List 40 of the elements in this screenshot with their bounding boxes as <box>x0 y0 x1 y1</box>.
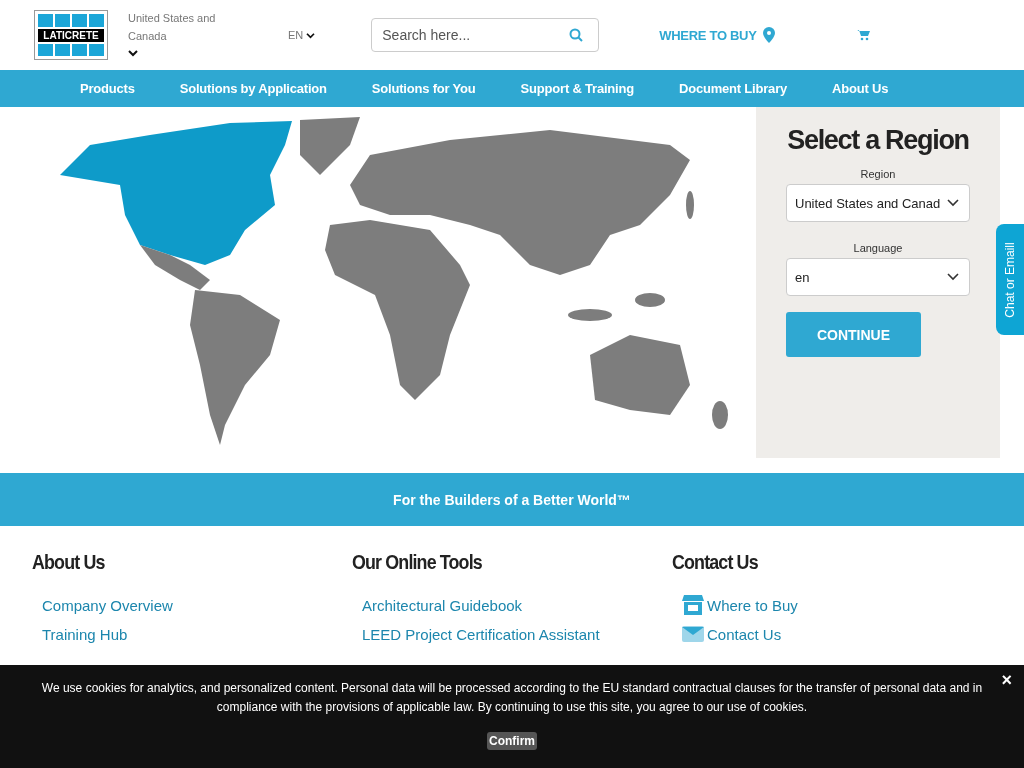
mail-icon <box>682 626 704 642</box>
region-dropdown[interactable]: United States and Canad <box>786 184 970 222</box>
search-icon[interactable] <box>569 28 584 42</box>
chevron-icon[interactable] <box>306 31 316 39</box>
language-selector[interactable]: EN <box>288 29 316 41</box>
footer-heading: About Us <box>32 550 106 574</box>
footer-heading: Our Online Tools <box>352 550 483 574</box>
region-selector[interactable]: United States and Canada <box>128 9 238 45</box>
search-field[interactable]: Search here... <box>371 18 600 52</box>
nav-link[interactable]: About Us <box>832 81 889 96</box>
panel-title: Select a Region <box>787 125 969 156</box>
nav-link[interactable]: Support & Training <box>520 81 634 96</box>
nav-link[interactable]: Solutions by Application <box>179 81 327 96</box>
field-label: Language <box>853 242 903 254</box>
footer-heading: Contact Us <box>672 550 759 574</box>
store-icon <box>682 595 704 615</box>
footer-link[interactable]: Contact Us <box>707 625 782 643</box>
footer-link[interactable]: Where to Buy <box>707 596 798 614</box>
cart-icon[interactable] <box>856 29 870 41</box>
nav-link[interactable]: Solutions for You <box>371 81 476 96</box>
language-dropdown[interactable]: en <box>786 258 970 296</box>
chevron-icon[interactable] <box>128 49 138 57</box>
cookie-message: We use cookies for analytics, and personalized content. Personal data will be processed according to the EU standard contractual clauses for the transfer of personal data and in compliance with the provisions of applicable law. By continuing to use this site, you agree to our use of cookies. <box>40 680 984 716</box>
footer-link[interactable]: LEED Project Certification Assistant <box>362 625 600 643</box>
close-button[interactable]: × <box>1001 670 1012 691</box>
chevron-icon[interactable] <box>947 273 959 281</box>
confirm-button[interactable]: Confirm <box>487 732 537 750</box>
nav-link[interactable]: Document Library <box>679 81 788 96</box>
footer-link[interactable]: Architectural Guidebook <box>362 596 523 614</box>
chat-tab[interactable]: Chat or Emaill <box>996 224 1024 335</box>
laticrete-logo[interactable]: LATICRETE <box>34 10 108 60</box>
footer-link[interactable]: Training Hub <box>42 625 128 643</box>
field-label: Region <box>860 168 896 180</box>
continue-button[interactable]: CONTINUE <box>786 312 921 357</box>
footer-link[interactable]: Company Overview <box>42 596 173 614</box>
tagline: For the Builders of a Better World™ <box>393 491 631 508</box>
nav-link[interactable]: Products <box>80 81 135 96</box>
chevron-icon[interactable] <box>947 199 959 207</box>
where-to-buy-link[interactable]: WHERE TO BUY <box>659 27 757 43</box>
map-pin-icon <box>762 27 775 43</box>
